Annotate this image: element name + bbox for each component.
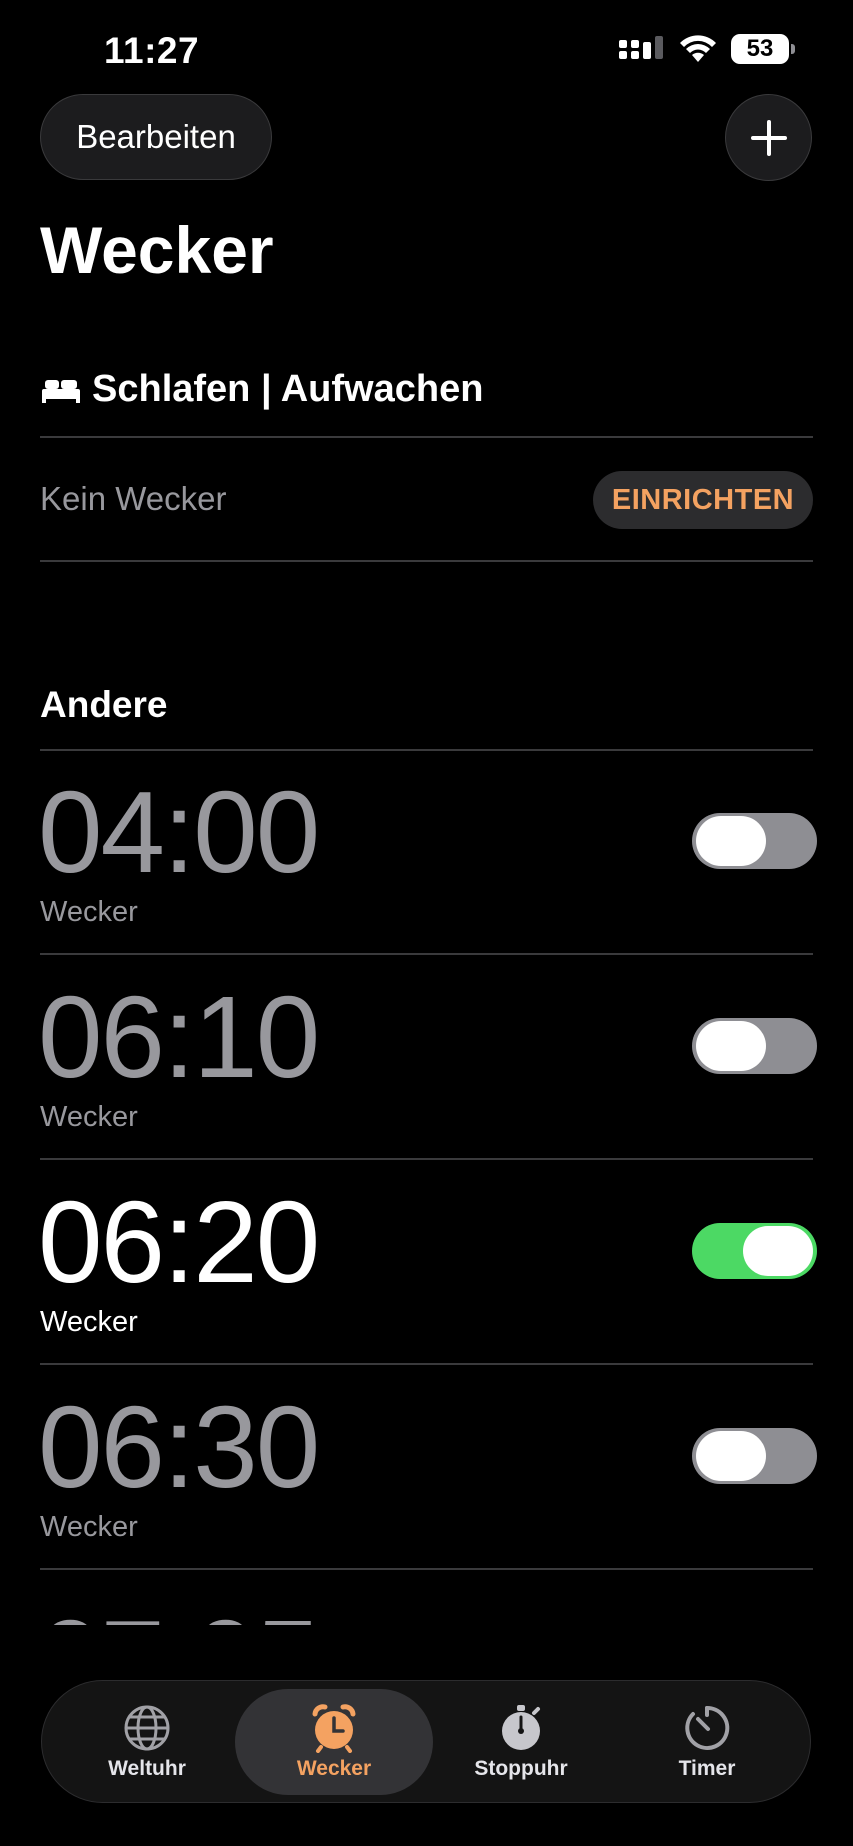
sleep-section-header: Schlafen | Aufwachen <box>40 368 483 411</box>
divider <box>40 560 813 562</box>
alarm-time[interactable]: 06:10 <box>38 970 320 1104</box>
divider <box>40 436 813 438</box>
cellular-signal-icon <box>619 36 663 59</box>
divider <box>40 1363 813 1365</box>
battery-icon: 53 <box>731 34 795 64</box>
alarm-label: Wecker <box>40 1511 138 1543</box>
tab-bar: Weltuhr Wecker Stoppuhr Timer <box>41 1680 811 1803</box>
setup-button[interactable]: EINRICHTEN <box>593 471 813 529</box>
alarm-time[interactable]: 06:20 <box>38 1175 320 1309</box>
alarm-label: Wecker <box>40 896 138 928</box>
alarm-time[interactable]: 06:30 <box>38 1380 320 1514</box>
battery-level: 53 <box>746 35 774 62</box>
page-title: Wecker <box>40 213 274 287</box>
partial-alarm-row: 07:05 <box>0 1580 853 1625</box>
tab-label: Weltuhr <box>108 1757 186 1780</box>
tab-label: Timer <box>678 1757 736 1780</box>
alarm-toggle[interactable] <box>692 813 817 869</box>
wifi-icon <box>680 35 716 62</box>
timer-icon <box>685 1705 730 1750</box>
tab-label: Stoppuhr <box>474 1757 568 1780</box>
tab-label: Wecker <box>296 1757 372 1780</box>
edit-button[interactable]: Bearbeiten <box>40 94 272 180</box>
tab-weltuhr[interactable]: Weltuhr <box>48 1689 246 1795</box>
others-section-title: Andere <box>40 684 168 725</box>
tab-stoppuhr[interactable]: Stoppuhr <box>422 1689 620 1795</box>
plus-icon <box>750 119 787 156</box>
toggle-knob <box>696 816 766 866</box>
sleep-section-title: Schlafen | Aufwachen <box>92 368 484 410</box>
divider <box>40 1158 813 1160</box>
toggle-knob <box>696 1431 766 1481</box>
alarm-label: Wecker <box>40 1306 138 1338</box>
bed-icon <box>42 379 80 403</box>
alarm-toggle[interactable] <box>692 1428 817 1484</box>
alarm-time[interactable]: 07:05 <box>38 1594 320 1625</box>
tab-wecker[interactable]: Wecker <box>235 1689 433 1795</box>
divider <box>40 1568 813 1570</box>
globe-icon <box>124 1705 170 1751</box>
divider <box>40 953 813 955</box>
alarm-toggle[interactable] <box>692 1018 817 1074</box>
stopwatch-icon <box>502 1705 540 1750</box>
tab-timer[interactable]: Timer <box>608 1689 806 1795</box>
alarm-clock-icon <box>312 1704 356 1753</box>
alarm-label: Wecker <box>40 1101 138 1133</box>
toggle-knob <box>696 1021 766 1071</box>
alarm-toggle[interactable] <box>692 1223 817 1279</box>
sleep-status: Kein Wecker <box>40 480 227 517</box>
divider <box>40 749 813 751</box>
status-icons: 53 <box>619 34 795 64</box>
status-time: 11:27 <box>104 30 200 71</box>
alarm-time[interactable]: 04:00 <box>38 765 320 899</box>
toggle-knob <box>743 1226 813 1276</box>
add-alarm-button[interactable] <box>725 94 812 181</box>
